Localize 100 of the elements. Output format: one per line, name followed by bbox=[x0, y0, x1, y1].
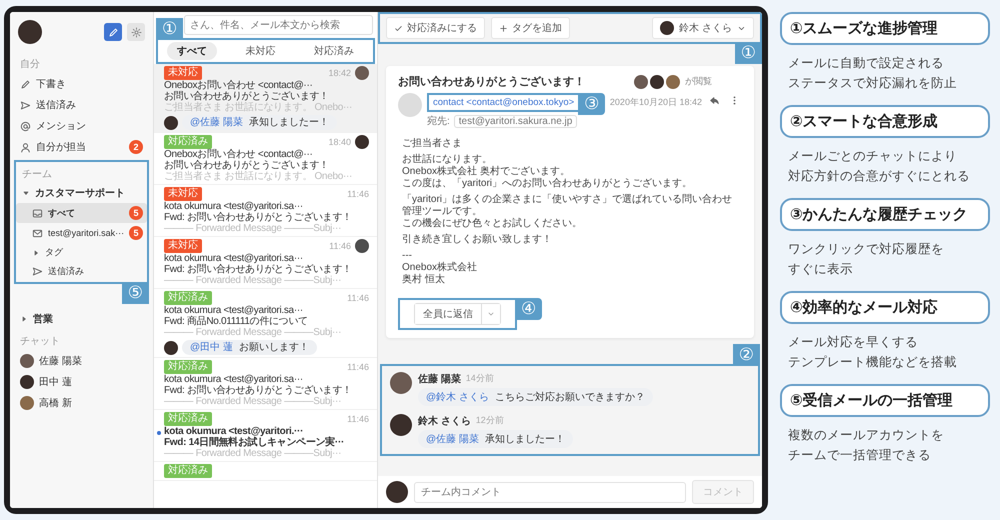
team-item[interactable]: カスタマーサポート bbox=[16, 183, 147, 203]
mention-link[interactable]: @田中 蓮 bbox=[190, 342, 233, 353]
caret-icon bbox=[32, 248, 40, 256]
add-tag-button[interactable]: タグを追加 bbox=[491, 17, 570, 39]
sidebar-item-label: 自分が担当 bbox=[36, 140, 87, 154]
message-item[interactable]: 対応済み 11:46 kota okumura <test@yaritori.sa··· Fwd: 商品No.011111の件について ——— Forwarded Message ———Subj··· @田中 蓮 お願いします！ bbox=[154, 289, 377, 358]
status-badge: 対応済み bbox=[164, 135, 212, 149]
status-badge: 対応済み bbox=[164, 360, 212, 374]
avatar bbox=[355, 135, 369, 149]
filter-tab[interactable]: すべて bbox=[167, 42, 218, 60]
team-label: 営業 bbox=[33, 312, 54, 326]
sender: kota okumura <test@yaritori.sa··· bbox=[164, 374, 303, 385]
sidebar-item-label: タグ bbox=[45, 246, 64, 259]
mention-link[interactable]: @佐藤 陽菜 bbox=[426, 432, 479, 446]
callout-badge: ② bbox=[732, 344, 760, 366]
sender: Oneboxお問い合わせ <contact@··· bbox=[164, 80, 313, 91]
message-preview: ——— Forwarded Message ———Subj··· bbox=[164, 327, 342, 338]
avatar bbox=[666, 74, 680, 88]
avatar bbox=[390, 414, 412, 436]
assignee-dropdown[interactable]: 鈴木 さくら bbox=[652, 17, 754, 39]
count-badge: 5 bbox=[129, 206, 143, 220]
unread-dot bbox=[157, 431, 161, 435]
feature-description-line: メール対応を早くする bbox=[788, 334, 919, 351]
email-text-line: --- bbox=[402, 250, 413, 262]
avatar bbox=[20, 354, 34, 368]
message-subject: お問い合わせありがとうございます！ bbox=[164, 160, 330, 171]
feature-description-line: メールに自動で設定される bbox=[788, 55, 945, 72]
mention-link[interactable]: @鈴木 さくら bbox=[426, 390, 489, 404]
message-item[interactable]: 対応済み 11:46 kota okumura <test@yaritori.sa··· Fwd: お問い合わせありがとうございます！ ——— Forwarded Message ———Subj··· bbox=[154, 358, 377, 410]
message-item[interactable]: 未対応 11:46 kota okumura <test@yaritori.sa··· Fwd: お問い合わせありがとうございます！ ——— Forwarded Message ———Subj··· bbox=[154, 237, 377, 289]
message-subject: Fwd: 商品No.011111の件について bbox=[164, 316, 309, 327]
team-item[interactable]: 営業 bbox=[14, 309, 149, 329]
feature-description-line: ステータスで対応漏れを防止 bbox=[788, 75, 958, 92]
recipient-label: 宛先: bbox=[427, 114, 450, 128]
sidebar-item[interactable]: 送信済み bbox=[16, 262, 147, 281]
chat-text: お願いします！ bbox=[238, 342, 309, 353]
message-preview: ——— Forwarded Message ———Subj··· bbox=[164, 275, 342, 286]
message-time: 11:46 bbox=[347, 188, 369, 200]
sidebar-item[interactable]: 送信済み bbox=[14, 95, 149, 115]
member-name: 田中 蓮 bbox=[39, 376, 73, 389]
member-name: 高橋 新 bbox=[39, 396, 73, 410]
reply-all-button[interactable]: 全員に返信 bbox=[415, 304, 482, 324]
email-text-line: Onebox株式会社 bbox=[402, 262, 478, 274]
email-text-line: ご担当者さま bbox=[402, 138, 463, 150]
sidebar-item-label: test@yaritori.sak··· bbox=[48, 228, 124, 238]
status-badge: 対応済み bbox=[164, 464, 212, 478]
message-subject: Fwd: お問い合わせありがとうございます！ bbox=[164, 385, 353, 396]
section-heading: チーム bbox=[21, 168, 53, 182]
avatar bbox=[660, 21, 674, 35]
message-item[interactable]: 対応済み 11:46 kota okumura <test@yaritori.··· Fwd: 14日間無料お試しキャンペーン実··· ——— Forwarded Message ———Subj··· bbox=[154, 410, 377, 462]
sidebar-item[interactable]: タグ bbox=[16, 243, 147, 262]
message-item[interactable]: 未対応 11:46 kota okumura <test@yaritori.sa··· Fwd: お問い合わせありがとうございます！ ——— Forwarded Message ———Subj··· bbox=[154, 185, 377, 237]
chat-member-item[interactable]: 佐藤 陽菜 bbox=[14, 351, 149, 371]
chat-text: 承知しましたー！ bbox=[484, 433, 565, 446]
pen-icon bbox=[108, 26, 118, 38]
email-text-line: Onebox株式会社 奥村でございます。 bbox=[402, 166, 571, 178]
callout-badge: ⑤ bbox=[122, 282, 149, 304]
sender: Oneboxお問い合わせ <contact@··· bbox=[164, 149, 313, 160]
message-preview: ——— Forwarded Message ———Subj··· bbox=[164, 223, 342, 234]
section-heading: 自分 bbox=[19, 58, 41, 72]
feature-description-line: 対応方針の合意がすぐにとれる bbox=[788, 168, 971, 185]
search-field[interactable]: さん、件名、メール本文から検索 bbox=[184, 15, 373, 35]
message-item[interactable]: 対応済み 18:40 Oneboxお問い合わせ <contact@··· お問い合わせありがとうございます！ ご担当者さま お世話になります。 Onebo··· bbox=[154, 133, 377, 185]
filter-tab[interactable]: 対応済み bbox=[304, 42, 364, 60]
person-icon bbox=[20, 142, 31, 152]
plus-icon bbox=[499, 24, 508, 32]
mark-done-button[interactable]: 対応済みにする bbox=[386, 17, 485, 39]
mention-link[interactable]: @佐藤 陽菜 bbox=[190, 117, 243, 128]
sidebar-item[interactable]: 下書き bbox=[14, 74, 149, 94]
sidebar-item[interactable]: 自分が担当 2 bbox=[14, 137, 149, 157]
sender: kota okumura <test@yaritori.sa··· bbox=[164, 305, 303, 316]
sender: kota okumura <test@yaritori.sa··· bbox=[164, 253, 303, 264]
message-time: 18:40 bbox=[328, 136, 351, 148]
recipient-chip: test@yaritori.sakura.ne.jp bbox=[454, 114, 578, 128]
sidebar-item[interactable]: test@yaritori.sak··· 5 bbox=[16, 223, 147, 243]
email-text-line: 「yaritori」は多くの企業さまに「使いやすさ」で選ばれている問い合わせ管理ツールです。 bbox=[402, 194, 734, 218]
sidebar-item[interactable]: メンション bbox=[14, 116, 149, 136]
email-date: 2020年10月20日 18:42 bbox=[610, 96, 702, 109]
filter-tab[interactable]: 未対応 bbox=[235, 42, 286, 60]
avatar bbox=[18, 20, 42, 44]
sidebar-item-label: メンション bbox=[36, 120, 87, 133]
message-preview: ——— Forwarded Message ———Subj··· bbox=[164, 448, 342, 459]
settings-button[interactable] bbox=[127, 23, 145, 41]
sidebar-item[interactable]: すべて 5 bbox=[16, 203, 147, 223]
sidebar-item-label: 送信済み bbox=[36, 98, 77, 112]
compose-button[interactable] bbox=[104, 23, 122, 41]
message-time: 14分前 bbox=[466, 372, 494, 385]
sender-address[interactable]: contact <contact@onebox.tokyo> bbox=[433, 97, 574, 108]
sidebar-item-label: 下書き bbox=[36, 78, 67, 91]
chat-member-item[interactable]: 高橋 新 bbox=[14, 393, 149, 413]
feature-description-line: メールごとのチャットにより bbox=[788, 148, 958, 165]
author-name: 鈴木 さくら bbox=[418, 414, 471, 428]
avatar bbox=[650, 74, 664, 88]
sidebar-item-label: すべて bbox=[48, 206, 76, 220]
email-text-line: この度は、「yaritori」へのお問い合わせありがとうございます。 bbox=[402, 178, 694, 190]
message-subject: Fwd: お問い合わせありがとうございます！ bbox=[164, 212, 353, 223]
email-text-line: お世話になります。 bbox=[402, 154, 493, 166]
message-time: 11:46 bbox=[347, 362, 369, 372]
chat-member-item[interactable]: 田中 蓮 bbox=[14, 372, 149, 392]
callout-badge: ① bbox=[156, 18, 184, 40]
